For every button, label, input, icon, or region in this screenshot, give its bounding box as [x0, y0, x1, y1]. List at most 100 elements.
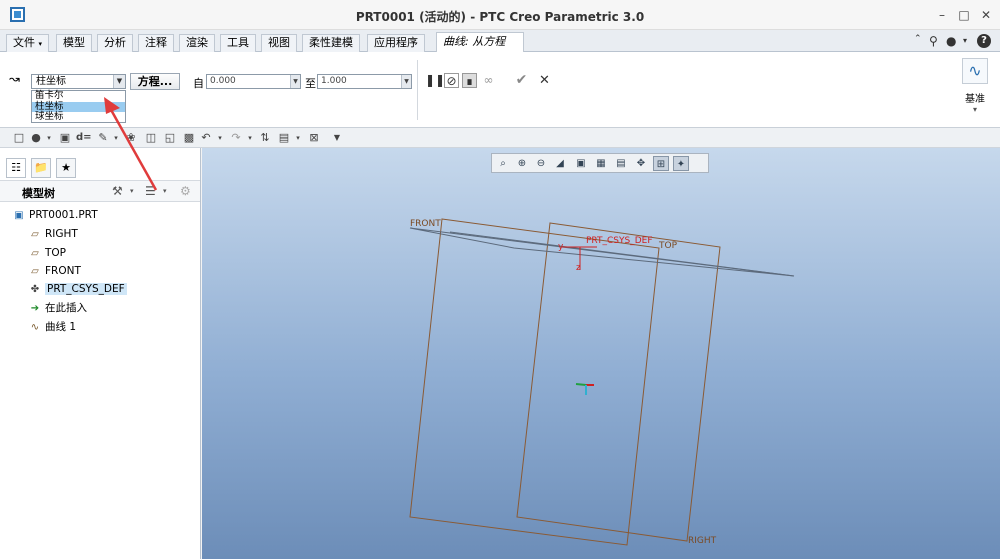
verify-icon[interactable]: ∎ [462, 73, 477, 88]
help-icon[interactable]: ? [977, 34, 991, 48]
ribbon-minimize-icon[interactable]: ⌃ [914, 34, 922, 44]
open-icon[interactable]: ◫ [144, 131, 158, 145]
datum-curve-icon: ∿ [962, 58, 988, 84]
search-icon[interactable]: ⚲ [929, 34, 938, 48]
csys-reference-icon[interactable]: ↝ [9, 72, 27, 90]
tab-annotate[interactable]: 注释 [138, 34, 174, 52]
close-icon[interactable]: ✕ [978, 8, 994, 22]
tab-curve-from-equation[interactable]: 曲线: 从方程 [436, 32, 524, 52]
tab-tools[interactable]: 工具 [220, 34, 256, 52]
minimize-icon[interactable]: – [934, 8, 950, 22]
tab-applications[interactable]: 应用程序 [367, 34, 425, 52]
tree-item-label: 曲线 1 [45, 321, 77, 333]
right-datum-plane [516, 222, 721, 542]
coordinate-type-select[interactable]: 柱坐标 ▼ [31, 74, 126, 89]
tab-file[interactable]: 文件 ▾ [6, 34, 50, 52]
to-value-field[interactable]: 1.000 ▼ [317, 74, 412, 89]
datum-display-filters-icon[interactable]: ⊞ [653, 156, 669, 171]
cancel-close-icon[interactable]: ✕ [537, 73, 552, 88]
filter-icon[interactable]: ⚙ [180, 184, 191, 198]
tree-item-insert-here[interactable]: ➔ 在此插入 [28, 300, 87, 317]
display-style-icon[interactable]: ▣ [573, 156, 589, 171]
tab-analysis[interactable]: 分析 [97, 34, 133, 52]
equation-button[interactable]: 方程... [130, 73, 180, 90]
tree-item-part[interactable]: ▣ PRT0001.PRT [12, 207, 97, 224]
pause-icon[interactable]: ❚❚ [425, 73, 445, 88]
color-wheel-icon[interactable]: ❀ [124, 131, 138, 145]
dimension-icon[interactable]: d= [76, 131, 92, 145]
measure-icon[interactable]: ✎ [96, 131, 110, 145]
from-label: 自 [193, 77, 204, 90]
close-window-icon[interactable]: ⊠ [307, 131, 321, 145]
tree-item-right[interactable]: ▱ RIGHT [28, 226, 78, 243]
tree-item-label: TOP [45, 247, 67, 259]
chevron-down-icon[interactable]: ▾ [130, 187, 134, 195]
from-value-field[interactable]: 0.000 ▼ [206, 74, 301, 89]
graphics-view-toolbar: ⌕ ⊕ ⊖ ◢ ▣ ▦ ▤ ✥ ⊞ ✦ [491, 153, 709, 173]
tree-item-top[interactable]: ▱ TOP [28, 245, 66, 262]
tab-model[interactable]: 模型 [56, 34, 92, 52]
from-value: 0.000 [210, 76, 236, 86]
refit-icon[interactable]: ⌕ [495, 156, 511, 171]
restore-icon[interactable]: □ [956, 8, 972, 22]
folder-browser-tab-icon[interactable]: 📁 [31, 158, 51, 178]
glasses-icon[interactable]: ∞ [481, 73, 496, 88]
dropdown-option-cartesian[interactable]: 笛卡尔 [32, 91, 125, 102]
chevron-down-icon[interactable]: ▾ [243, 131, 257, 145]
front-datum-plane [409, 218, 660, 546]
csys-label: PRT_CSYS_DEF [586, 236, 653, 246]
datum-plane-icon: ▱ [31, 266, 39, 277]
tab-flexible-modeling[interactable]: 柔性建模 [302, 34, 360, 52]
chevron-down-icon[interactable]: ▾ [963, 36, 967, 45]
zoom-out-icon[interactable]: ⊖ [533, 156, 549, 171]
appearance-icon[interactable]: ● [29, 131, 43, 145]
save-icon[interactable]: ▩ [182, 131, 196, 145]
repaint-icon[interactable]: ◢ [552, 156, 568, 171]
graphics-viewport[interactable]: FRONT TOP RIGHT PRT_CSYS_DEF y z ⌕ ⊕ ⊖ ◢… [202, 148, 1000, 559]
perspective-icon[interactable]: ✥ [633, 156, 649, 171]
tree-item-curve[interactable]: ∿ 曲线 1 [28, 319, 76, 336]
csys-y-label: y [558, 242, 564, 252]
zoom-in-icon[interactable]: ⊕ [514, 156, 530, 171]
model-tree-tab-icon[interactable]: ☷ [6, 158, 26, 178]
new-icon[interactable]: □ [12, 131, 26, 145]
chevron-down-icon[interactable]: ▾ [955, 105, 995, 114]
saved-orientations-icon[interactable]: ▦ [593, 156, 609, 171]
settings-list-icon[interactable]: ☰ [145, 184, 156, 198]
datum-label: 基准 [965, 94, 985, 105]
regenerate-icon[interactable]: ⇅ [258, 131, 272, 145]
redo-icon[interactable]: ↷ [229, 131, 243, 145]
graphics-quick-toolbar: □ ● ▾ ▣ d= ✎ ▾ ❀ ◫ ◱ ▩ ↶ ▾ ↷ ▾ ⇅ ▤ ▾ ⊠ ▼ [0, 128, 1000, 148]
chevron-down-icon[interactable]: ▾ [109, 131, 123, 145]
customize-toolbar-icon[interactable]: ▼ [330, 131, 344, 145]
chevron-down-icon[interactable]: ▾ [163, 187, 167, 195]
tree-item-label: FRONT [45, 265, 81, 277]
tab-view[interactable]: 视图 [261, 34, 297, 52]
chevron-down-icon[interactable]: ▾ [42, 131, 56, 145]
no-preview-icon[interactable]: ⊘ [444, 73, 459, 88]
favorites-tab-icon[interactable]: ★ [56, 158, 76, 178]
tree-item-csys[interactable]: ✤ PRT_CSYS_DEF [28, 281, 127, 298]
community-icon[interactable]: ● [946, 34, 956, 48]
tab-render[interactable]: 渲染 [179, 34, 215, 52]
tools-icon[interactable]: ⚒ [112, 184, 123, 198]
chevron-down-icon[interactable]: ▼ [401, 75, 411, 88]
windows-icon[interactable]: ▤ [277, 131, 291, 145]
undo-icon[interactable]: ↶ [199, 131, 213, 145]
window-title: PRT0001 (活动的) - PTC Creo Parametric 3.0 [355, 10, 645, 24]
datum-group[interactable]: ∿ 基准 ▾ [955, 56, 995, 124]
open-folder-icon[interactable]: ◱ [163, 131, 177, 145]
insert-arrow-icon: ➔ [30, 303, 40, 314]
dropdown-option-spherical[interactable]: 球坐标 [32, 112, 125, 123]
chevron-down-icon[interactable]: ▼ [290, 75, 300, 88]
datum-plane-icon: ▱ [31, 248, 39, 259]
view-manager-icon[interactable]: ▤ [613, 156, 629, 171]
chevron-down-icon[interactable]: ▾ [291, 131, 305, 145]
tree-item-front[interactable]: ▱ FRONT [28, 263, 81, 280]
chevron-down-icon[interactable]: ▼ [113, 75, 125, 88]
cube-icon[interactable]: ▣ [58, 131, 72, 145]
annotation-display-icon[interactable]: ✦ [673, 156, 689, 171]
ok-check-icon[interactable]: ✔ [514, 73, 529, 88]
chevron-down-icon[interactable]: ▾ [213, 131, 227, 145]
ribbon-divider [417, 60, 418, 120]
